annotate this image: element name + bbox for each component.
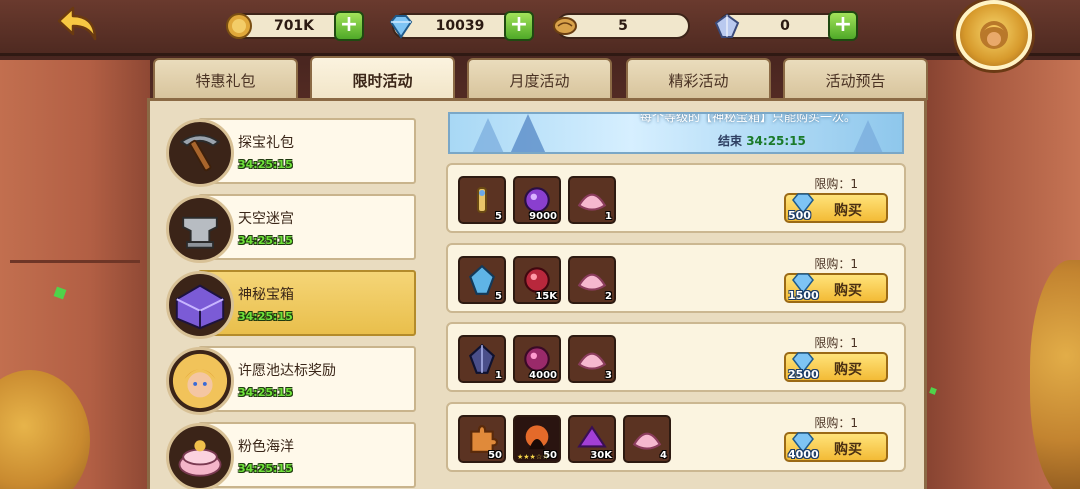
reward-slot[interactable]: 30K (568, 415, 616, 463)
reward-slot[interactable]: 1 (568, 176, 616, 224)
event-timer: 34:25:15 (238, 158, 293, 171)
offer-row: 1 4000 3 限购：1 2500 购买 (446, 322, 906, 392)
diamond-icon (384, 9, 418, 43)
buy-label: 购买 (834, 442, 862, 458)
purchase-limit: 限购：1 (814, 177, 858, 191)
add-crystal-card-button[interactable]: + (828, 11, 858, 41)
reward-slot[interactable]: 3 (568, 335, 616, 383)
crystal-card-icon (710, 9, 744, 43)
item-quantity: 4 (660, 450, 667, 461)
reward-slot[interactable]: 1 (458, 335, 506, 383)
add-gold-button[interactable]: + (334, 11, 364, 41)
tab-special-pack[interactable]: 特惠礼包 (153, 58, 298, 100)
reward-slot[interactable]: 50 ★★★☆☆ (513, 415, 561, 463)
purchase-limit: 限购：1 (814, 336, 858, 350)
diamond-amount: 10039 (435, 18, 485, 34)
reward-slot[interactable]: 2 (568, 256, 616, 304)
buy-button[interactable]: 4000 购买 (784, 432, 888, 462)
end-label: 结束 (718, 134, 743, 148)
scroll-amount: 5 (618, 18, 628, 34)
reward-slot[interactable]: 4 (623, 415, 671, 463)
price: 1500 (788, 289, 819, 302)
back-arrow-icon (57, 6, 97, 41)
event-name: 天空迷宫 (238, 211, 294, 227)
event-timer: 34:25:15 (238, 234, 293, 247)
buy-button[interactable]: 500 购买 (784, 193, 888, 223)
event-item-pink-ocean[interactable]: 粉色海洋 34:25:15 (160, 422, 418, 489)
event-timer: 34:25:15 (238, 386, 293, 399)
item-quantity: 9000 (529, 211, 557, 222)
buy-button[interactable]: 1500 购买 (784, 273, 888, 303)
price: 500 (788, 209, 811, 222)
item-quantity: 2 (605, 291, 612, 302)
item-quantity: 15K (535, 291, 557, 302)
item-quantity: 50 (488, 450, 502, 461)
event-item-wishing-well[interactable]: 许愿池达标奖励 34:25:15 (160, 346, 418, 415)
event-timer: 34:25:15 (238, 310, 293, 323)
top-bar: 701K + 10039 + 5 0 + (0, 0, 1080, 70)
purchase-limit: 限购：1 (814, 416, 858, 430)
price: 2500 (788, 368, 819, 381)
star-rating: ★★★☆☆ (517, 453, 549, 461)
tab-monthly-event[interactable]: 月度活动 (467, 58, 612, 100)
diamond-resource: 10039 + (389, 11, 534, 41)
buy-button[interactable]: 2500 购买 (784, 352, 888, 382)
event-list: 探宝礼包 34:25:15 天空迷宫 34:25:15 神秘宝箱 34:25:1… (160, 110, 422, 489)
buy-label: 购买 (834, 362, 862, 378)
player-avatar[interactable] (956, 0, 1032, 70)
back-button[interactable] (52, 4, 102, 44)
offer-row: 5 15K 2 限购：1 1500 购买 (446, 243, 906, 313)
reward-slot[interactable]: 5 (458, 176, 506, 224)
reward-slot[interactable]: 5 (458, 256, 506, 304)
buy-label: 购买 (834, 283, 862, 299)
hero-portrait-icon (166, 347, 234, 415)
gold-resource: 701K + (226, 11, 364, 41)
end-time: 34:25:15 (746, 134, 806, 148)
event-name: 神秘宝箱 (238, 287, 294, 303)
event-item-sky-maze[interactable]: 天空迷宫 34:25:15 (160, 194, 418, 263)
offer-row: 5 9000 1 限购：1 500 购买 (446, 163, 906, 233)
price: 4000 (788, 448, 819, 461)
crystal-card-resource: 0 + (714, 11, 858, 41)
hero-avatar-icon (980, 21, 1008, 49)
crystal-chest-icon (166, 271, 234, 339)
crystal-card-amount: 0 (780, 18, 790, 34)
item-quantity: 4000 (529, 370, 557, 381)
reward-slot[interactable]: 4000 (513, 335, 561, 383)
tab-limited-event[interactable]: 限时活动 (310, 56, 455, 102)
event-item-treasure-pack[interactable]: 探宝礼包 34:25:15 (160, 118, 418, 187)
pink-cake-icon (166, 423, 234, 489)
offer-row: 50 50 ★★★☆☆ 30K 4 限购：1 4000 购买 (446, 402, 906, 472)
event-timer: 34:25:15 (238, 462, 293, 475)
event-banner: 每个等级的【神秘宝箱】只能购买一次。 结束 34:25:15 (448, 112, 904, 154)
pickaxe-icon (166, 119, 234, 187)
reward-slot[interactable]: 9000 (513, 176, 561, 224)
item-quantity: 1 (495, 370, 502, 381)
event-name: 粉色海洋 (238, 439, 294, 455)
gold-amount: 701K (273, 18, 315, 34)
event-name: 许愿池达标奖励 (238, 363, 336, 379)
scroll-resource: 5 (553, 13, 690, 39)
add-diamond-button[interactable]: + (504, 11, 534, 41)
tab-featured-event[interactable]: 精彩活动 (626, 58, 771, 100)
item-quantity: 30K (590, 450, 612, 461)
banner-end-time: 结束 34:25:15 (718, 132, 806, 149)
reward-slot[interactable]: 15K (513, 256, 561, 304)
event-name: 探宝礼包 (238, 135, 294, 151)
gold-coin-icon (222, 9, 256, 43)
purchase-limit: 限购：1 (814, 257, 858, 271)
tab-event-preview[interactable]: 活动预告 (783, 58, 928, 100)
item-quantity: 3 (605, 370, 612, 381)
item-quantity: 1 (605, 211, 612, 222)
item-quantity: 5 (495, 291, 502, 302)
anvil-icon (166, 195, 234, 263)
banner-description: 每个等级的【神秘宝箱】只能购买一次。 (640, 112, 857, 124)
scroll-icon (548, 9, 582, 43)
event-item-mystery-chest[interactable]: 神秘宝箱 34:25:15 (160, 270, 418, 339)
buy-label: 购买 (834, 203, 862, 219)
item-quantity: 5 (495, 211, 502, 222)
reward-slot[interactable]: 50 (458, 415, 506, 463)
